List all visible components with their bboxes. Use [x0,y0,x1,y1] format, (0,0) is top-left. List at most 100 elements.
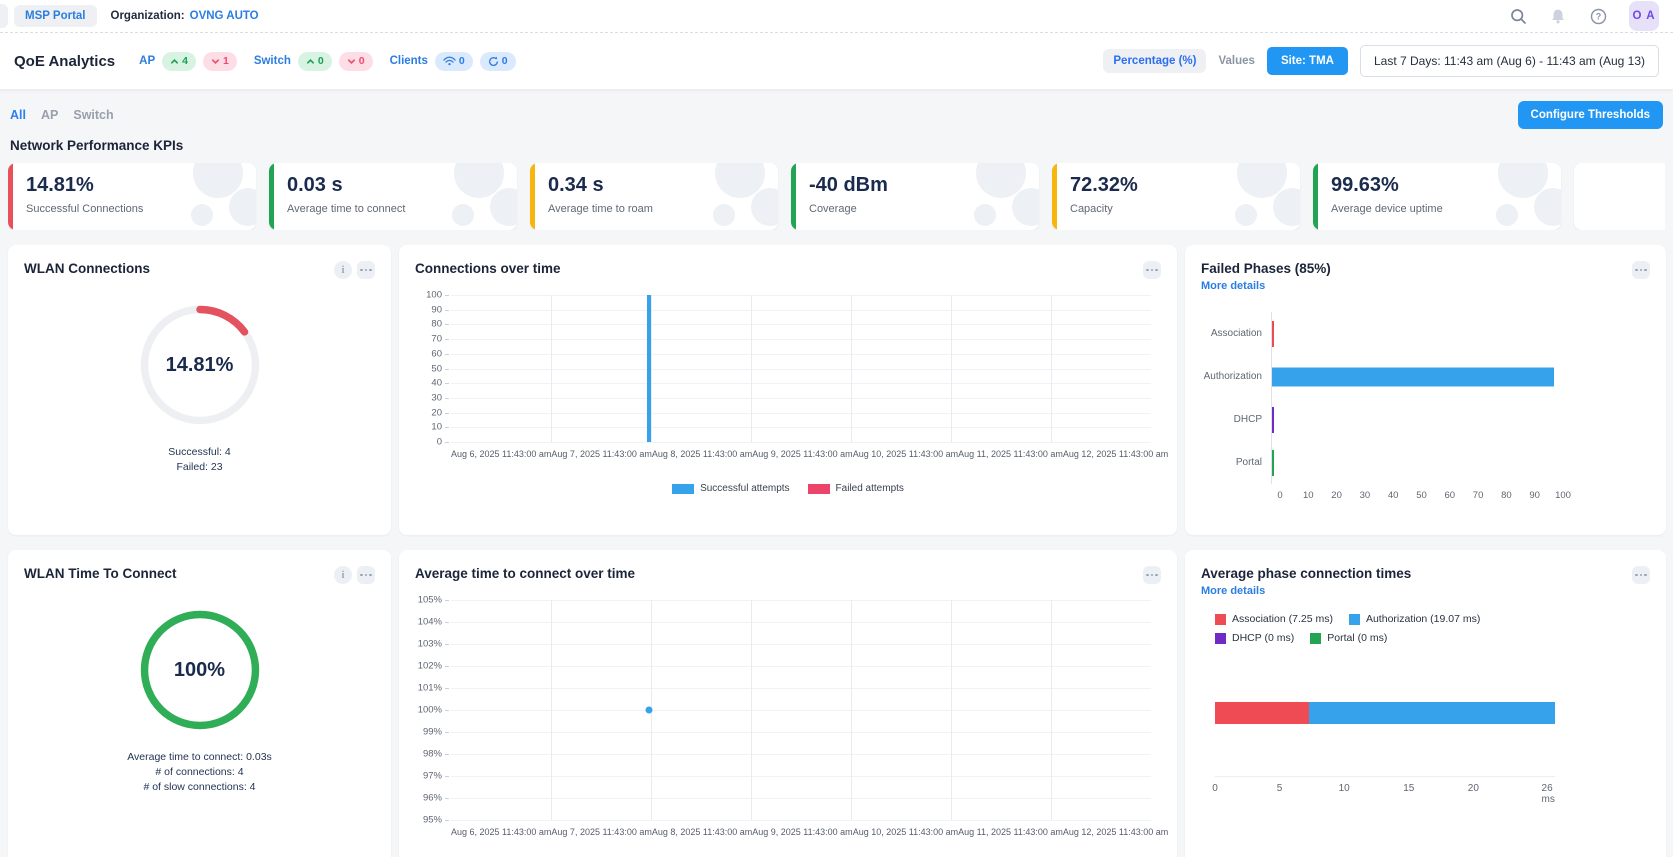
tab-all[interactable]: All [10,108,26,122]
x-axis-ticks: 0102030405060708090100 [1280,490,1563,504]
ellipsis-menu-icon[interactable] [357,261,375,279]
qoe-analytics-page: MSP Portal Organization:OVNG AUTO ? O A … [0,0,1673,857]
y-axis-tick-label: 80 [431,319,442,330]
x-axis-tick-label: 40 [1388,490,1399,501]
legend-swatch [672,484,694,494]
top-bar: MSP Portal Organization:OVNG AUTO ? O A [0,0,1673,33]
switch-up-badge[interactable]: 0 [298,52,332,71]
info-icon[interactable]: i [334,261,352,279]
gridline-horizontal [451,688,1151,689]
values-toggle[interactable]: Values [1218,55,1254,67]
gridline-horizontal [451,600,1151,601]
phase-bar-zone [1271,355,1554,398]
chart-legend: Association (7.25 ms) Authorization (19.0… [1215,613,1545,644]
gridline-horizontal [451,622,1151,623]
legend-swatch [1215,633,1226,644]
kpi-label: Average time to connect [287,203,503,215]
date-range-picker[interactable]: Last 7 Days: 11:43 am (Aug 6) - 11:43 am… [1360,45,1659,77]
x-axis-tick-label: 80 [1501,490,1512,501]
tabs-row: All AP Switch Configure Thresholds [8,100,1665,130]
legend-item-failed-attempts[interactable]: Failed attempts [808,483,904,494]
help-icon[interactable]: ? [1589,7,1607,25]
y-axis-tick-label: 100% [418,705,442,716]
y-axis-tick-label: 96% [423,793,442,804]
notifications-bell-icon[interactable] [1549,7,1567,25]
phase-bar-sliver [1272,450,1274,476]
gridline-vertical [751,295,752,442]
gridline-horizontal [451,413,1151,414]
y-axis-tick-label: 98% [423,749,442,760]
percentage-toggle[interactable]: Percentage (%) [1103,49,1206,73]
avg-time-to-connect-panel: Average time to connect over time 105%10… [399,550,1177,857]
y-axis-tick-label: 20 [431,407,442,418]
ellipsis-menu-icon[interactable] [1143,261,1161,279]
ellipsis-menu-icon[interactable] [1632,261,1650,279]
legend-item-successful-attempts[interactable]: Successful attempts [672,483,789,494]
panel-title: Average time to connect over time [415,566,635,581]
y-axis-tickmark [445,644,449,645]
svg-text:?: ? [1595,11,1600,21]
y-axis-tick-label: 10 [431,422,442,433]
user-avatar[interactable]: O A [1629,1,1659,31]
ellipsis-menu-icon[interactable] [1632,566,1650,584]
successful-count: Successful: 4 [24,445,375,460]
panel-title: WLAN Time To Connect [24,566,177,581]
gridline-vertical [951,295,952,442]
configure-thresholds-button[interactable]: Configure Thresholds [1518,101,1663,129]
ellipsis-menu-icon[interactable] [1143,566,1161,584]
legend-item-authorization[interactable]: Authorization (19.07 ms) [1349,613,1480,625]
more-details-link[interactable]: More details [1201,280,1265,292]
legend-item-dhcp[interactable]: DHCP (0 ms) [1215,632,1294,644]
ap-label: AP [139,55,155,67]
clients-roaming-badge[interactable]: 0 [480,52,516,71]
kpi-accent-bar [269,163,274,230]
y-axis-tick-label: 0 [437,437,442,448]
y-axis-tickmark [445,710,449,711]
x-axis-tick-label: 10 [1339,783,1350,794]
gauge-value: 100% [136,606,264,734]
y-axis-tickmark [445,427,449,428]
y-axis-tickmark [445,442,449,443]
y-axis-tick-label: 50 [431,363,442,374]
y-axis-tickmark [445,622,449,623]
gauge-summary-line: # of slow connections: 4 [24,780,375,795]
legend-swatch [1215,614,1226,625]
ap-down-badge[interactable]: 1 [203,52,237,71]
gridline-horizontal [451,383,1151,384]
kpi-accent-bar [8,163,13,230]
ellipsis-menu-icon[interactable] [357,566,375,584]
collapsed-menu-handle[interactable] [0,4,8,28]
msp-portal-button[interactable]: MSP Portal [14,5,97,27]
legend-item-association[interactable]: Association (7.25 ms) [1215,613,1333,625]
x-axis-label: Aug 9, 2025 11:43:00 am [752,449,852,459]
switch-down-badge[interactable]: 0 [339,52,373,71]
gridline-horizontal [451,442,1151,443]
phase-row-portal: Portal [1201,441,1650,484]
kpi-value: 99.63% [1331,174,1547,197]
ap-up-badge[interactable]: 4 [162,52,196,71]
y-axis-tickmark [445,820,449,821]
x-axis-label: Aug 12, 2025 11:43:00 am [1063,827,1168,837]
bar-segment-association [1215,702,1309,724]
more-details-link[interactable]: More details [1201,585,1265,597]
legend-item-portal[interactable]: Portal (0 ms) [1310,632,1387,644]
info-icon[interactable]: i [334,566,352,584]
clients-wifi-badge[interactable]: 0 [435,52,473,71]
y-axis-tickmark [445,754,449,755]
x-axis-label: Aug 6, 2025 11:43:00 am [451,827,551,837]
organization-link[interactable]: OVNG AUTO [190,10,259,22]
y-axis-tickmark [445,383,449,384]
search-icon[interactable] [1509,7,1527,25]
organization-label: Organization:OVNG AUTO [111,10,259,22]
gridline-horizontal [451,776,1151,777]
x-axis-tick-label: 10 [1303,490,1314,501]
phase-category-label: Association [1201,328,1271,339]
tab-switch[interactable]: Switch [73,108,113,122]
tab-ap[interactable]: AP [41,108,58,122]
gridline-vertical [851,600,852,820]
x-axis-tick-label: 20 [1468,783,1479,794]
wlan-time-to-connect-panel: WLAN Time To Connect i 100% Average time… [8,550,391,857]
gridline-vertical [1051,295,1052,442]
header-controls: Percentage (%) Values Site: TMA Last 7 D… [1103,45,1659,77]
site-selector-button[interactable]: Site: TMA [1267,47,1348,75]
